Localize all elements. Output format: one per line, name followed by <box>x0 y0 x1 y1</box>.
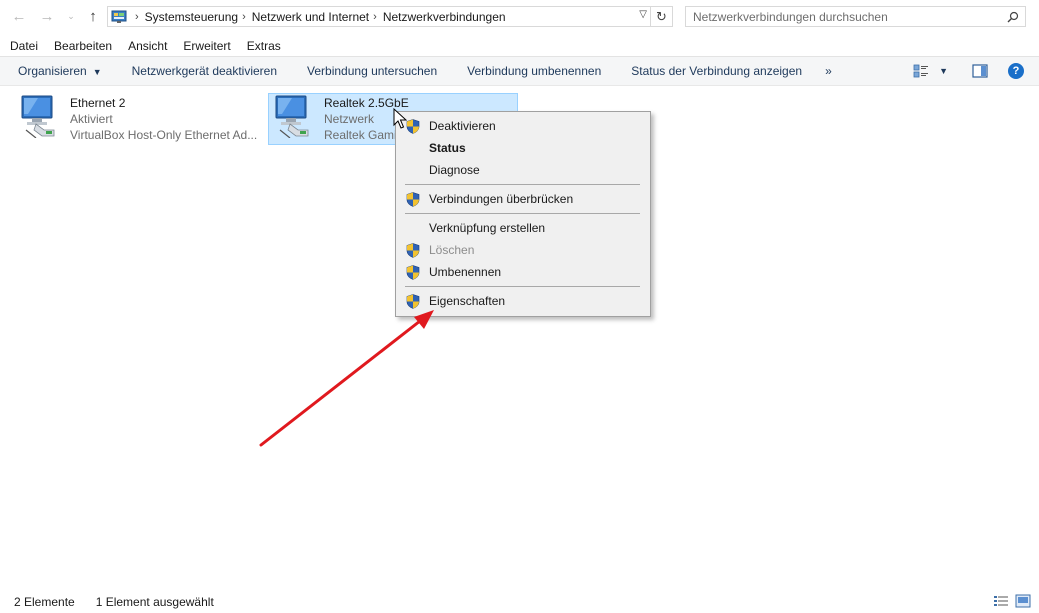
uac-shield-icon <box>406 192 420 207</box>
network-adapter-icon <box>21 95 55 138</box>
menu-item-label: Umbenennen <box>429 265 502 279</box>
menu-file[interactable]: Datei <box>0 39 46 53</box>
menu-item-label: Löschen <box>429 243 475 257</box>
menu-separator <box>405 184 640 185</box>
connection-device: VirtualBox Host-Only Ethernet Ad... <box>70 128 258 142</box>
menu-item-label: Verknüpfung erstellen <box>429 221 546 235</box>
menu-item-label: Verbindungen überbrücken <box>429 192 574 206</box>
recent-locations-chevron-icon[interactable]: ⌄ <box>62 6 80 26</box>
menu-item-rename[interactable]: Umbenennen <box>396 261 650 283</box>
disable-device-button[interactable]: Netzwerkgerät deaktivieren <box>117 64 292 78</box>
back-arrow-icon[interactable]: ← <box>10 6 28 26</box>
view-options-caret-icon[interactable]: ▼ <box>939 66 948 76</box>
help-icon[interactable]: ? <box>1008 63 1024 79</box>
caret-down-icon: ▼ <box>92 67 102 77</box>
view-status-button[interactable]: Status der Verbindung anzeigen <box>616 64 817 78</box>
menu-view[interactable]: Ansicht <box>120 39 175 53</box>
breadcrumb-control-panel[interactable]: Systemsteuerung <box>145 10 238 24</box>
up-arrow-icon[interactable]: ↑ <box>84 6 102 26</box>
preview-pane-icon[interactable] <box>972 64 988 78</box>
breadcrumb-chevron-icon: › <box>135 10 139 23</box>
menu-extras[interactable]: Extras <box>239 39 289 53</box>
command-bar: Organisieren ▼ Netzwerkgerät deaktivieren… <box>0 56 1039 86</box>
connection-details: Ethernet 2 Aktiviert VirtualBox Host-Onl… <box>70 94 260 143</box>
uac-shield-icon <box>406 243 420 258</box>
organize-label: Organisieren <box>18 64 87 78</box>
menu-item-label: Status <box>429 141 466 155</box>
menu-edit[interactable]: Bearbeiten <box>46 39 120 53</box>
address-dropdown-chevron-icon[interactable]: ▽ <box>639 9 647 20</box>
rename-connection-button[interactable]: Verbindung umbenennen <box>452 64 616 78</box>
connection-item-ethernet2[interactable]: Ethernet 2 Aktiviert VirtualBox Host-Onl… <box>16 93 264 145</box>
menu-item-delete: Löschen <box>396 239 650 261</box>
breadcrumb-network-connections[interactable]: Netzwerkverbindungen <box>383 10 506 24</box>
search-box <box>685 6 1026 27</box>
address-bar[interactable]: › Systemsteuerung › Netzwerk und Interne… <box>107 6 673 27</box>
connection-status: Aktiviert <box>70 112 113 126</box>
menu-item-create-shortcut[interactable]: Verknüpfung erstellen <box>396 217 650 239</box>
menu-item-label: Deaktivieren <box>429 119 496 133</box>
item-count: 2 Elemente <box>14 594 75 609</box>
forward-arrow-icon[interactable]: → <box>38 6 56 26</box>
breadcrumb-chevron-icon: › <box>373 10 377 23</box>
menu-item-status[interactable]: Status <box>396 137 650 159</box>
refresh-icon[interactable]: ↻ <box>650 7 672 26</box>
search-input[interactable] <box>691 8 1004 25</box>
breadcrumb-chevron-icon: › <box>242 10 246 23</box>
menu-item-label: Diagnose <box>429 163 480 177</box>
connection-name: Ethernet 2 <box>70 96 126 110</box>
large-icons-view-icon[interactable] <box>1015 594 1031 608</box>
uac-shield-icon <box>406 265 420 280</box>
menu-separator <box>405 213 640 214</box>
menu-item-bridge[interactable]: Verbindungen überbrücken <box>396 188 650 210</box>
uac-shield-icon <box>406 294 420 309</box>
menu-item-properties[interactable]: Eigenschaften <box>396 290 650 312</box>
status-bar: 2 Elemente 1 Element ausgewählt <box>0 590 1039 613</box>
more-commands-button[interactable]: » <box>817 64 840 78</box>
context-menu: Deaktivieren Status Diagnose Verbindunge… <box>395 111 651 317</box>
menu-advanced[interactable]: Erweitert <box>175 39 238 53</box>
mouse-cursor-icon <box>393 108 407 129</box>
menu-item-deactivate[interactable]: Deaktivieren <box>396 115 650 137</box>
details-view-icon[interactable] <box>993 594 1009 608</box>
address-row: ← → ⌄ ↑ › Systemsteuerung › Netzwerk und… <box>0 0 1039 34</box>
network-adapter-icon <box>275 95 309 138</box>
menu-separator <box>405 286 640 287</box>
search-icon[interactable] <box>1004 8 1022 26</box>
status-view-toggles <box>987 594 1031 608</box>
selection-count: 1 Element ausgewählt <box>95 594 214 609</box>
organize-button[interactable]: Organisieren ▼ <box>0 64 117 78</box>
menu-bar: Datei Bearbeiten Ansicht Erweitert Extra… <box>0 36 1039 56</box>
menu-item-label: Eigenschaften <box>429 294 506 308</box>
diagnose-connection-button[interactable]: Verbindung untersuchen <box>292 64 452 78</box>
uac-shield-icon <box>406 119 420 134</box>
change-view-icon[interactable] <box>913 64 929 78</box>
menu-item-diagnose[interactable]: Diagnose <box>396 159 650 181</box>
control-panel-icon <box>111 10 127 23</box>
breadcrumb-network-internet[interactable]: Netzwerk und Internet <box>252 10 369 24</box>
view-controls: ▼ ? <box>913 57 1039 85</box>
